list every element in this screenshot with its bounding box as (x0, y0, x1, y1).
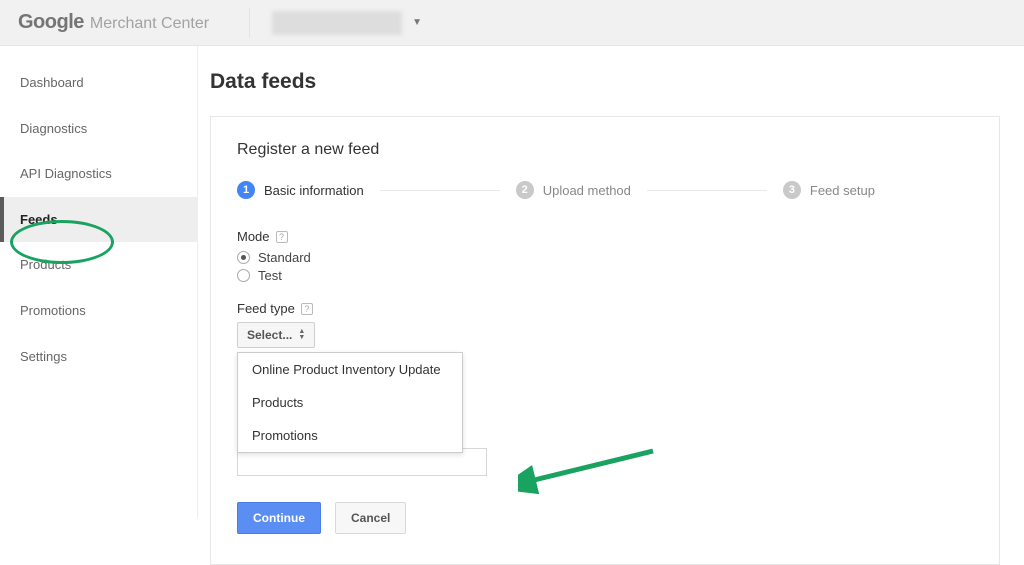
mode-field: Mode ? Standard Test (237, 229, 973, 283)
step-label-2: Upload method (543, 183, 631, 198)
stepper: 1 Basic information 2 Upload method 3 Fe… (237, 181, 973, 199)
top-bar: Google Merchant Center ▼ (0, 0, 1024, 46)
step-upload-method: 2 Upload method (516, 181, 631, 199)
help-icon[interactable]: ? (276, 231, 288, 243)
top-divider (249, 8, 250, 38)
dropdown-option-promotions[interactable]: Promotions (238, 419, 462, 452)
sidebar-item-api-diagnostics[interactable]: API Diagnostics (0, 151, 197, 197)
radio-label: Standard (258, 250, 311, 265)
feed-type-label: Feed type ? (237, 301, 973, 316)
mode-label-text: Mode (237, 229, 270, 244)
step-label-1: Basic information (264, 183, 364, 198)
feed-card: Register a new feed 1 Basic information … (210, 116, 1000, 565)
logo: Google Merchant Center (18, 11, 209, 34)
select-value: Select... (247, 328, 292, 342)
cancel-button[interactable]: Cancel (335, 502, 406, 534)
feed-type-label-text: Feed type (237, 301, 295, 316)
help-icon[interactable]: ? (301, 303, 313, 315)
button-row: Continue Cancel (237, 502, 973, 534)
mode-label: Mode ? (237, 229, 973, 244)
logo-product: Merchant Center (90, 15, 209, 33)
feed-type-select[interactable]: Select... ▲▼ (237, 322, 315, 348)
step-line (380, 190, 500, 191)
step-num-2: 2 (516, 181, 534, 199)
step-line (647, 190, 767, 191)
page-title: Data feeds (198, 70, 1024, 116)
sidebar-item-settings[interactable]: Settings (0, 334, 197, 380)
feed-type-field: Feed type ? Select... ▲▼ Online Product … (237, 301, 973, 348)
card-title: Register a new feed (237, 141, 973, 159)
main-content: Data feeds Register a new feed 1 Basic i… (198, 46, 1024, 518)
caret-down-icon: ▼ (412, 17, 422, 28)
feed-type-dropdown: Online Product Inventory Update Products… (237, 352, 463, 453)
radio-label: Test (258, 268, 282, 283)
radio-test[interactable]: Test (237, 268, 973, 283)
sidebar-item-products[interactable]: Products (0, 242, 197, 288)
sidebar: Dashboard Diagnostics API Diagnostics Fe… (0, 46, 198, 518)
stepper-arrows-icon: ▲▼ (298, 329, 305, 341)
sidebar-item-dashboard[interactable]: Dashboard (0, 60, 197, 106)
step-feed-setup: 3 Feed setup (783, 181, 875, 199)
step-num-3: 3 (783, 181, 801, 199)
radio-icon (237, 269, 250, 282)
step-basic-info: 1 Basic information (237, 181, 364, 199)
sidebar-item-promotions[interactable]: Promotions (0, 288, 197, 334)
continue-button[interactable]: Continue (237, 502, 321, 534)
account-switcher[interactable]: ▼ (272, 11, 422, 35)
radio-standard[interactable]: Standard (237, 250, 973, 265)
account-name-obscured (272, 11, 402, 35)
sidebar-item-diagnostics[interactable]: Diagnostics (0, 106, 197, 152)
logo-google: Google (18, 11, 84, 34)
dropdown-option-products[interactable]: Products (238, 386, 462, 419)
step-label-3: Feed setup (810, 183, 875, 198)
dropdown-option-inventory[interactable]: Online Product Inventory Update (238, 353, 462, 386)
sidebar-item-feeds[interactable]: Feeds (0, 197, 197, 243)
radio-icon (237, 251, 250, 264)
step-num-1: 1 (237, 181, 255, 199)
